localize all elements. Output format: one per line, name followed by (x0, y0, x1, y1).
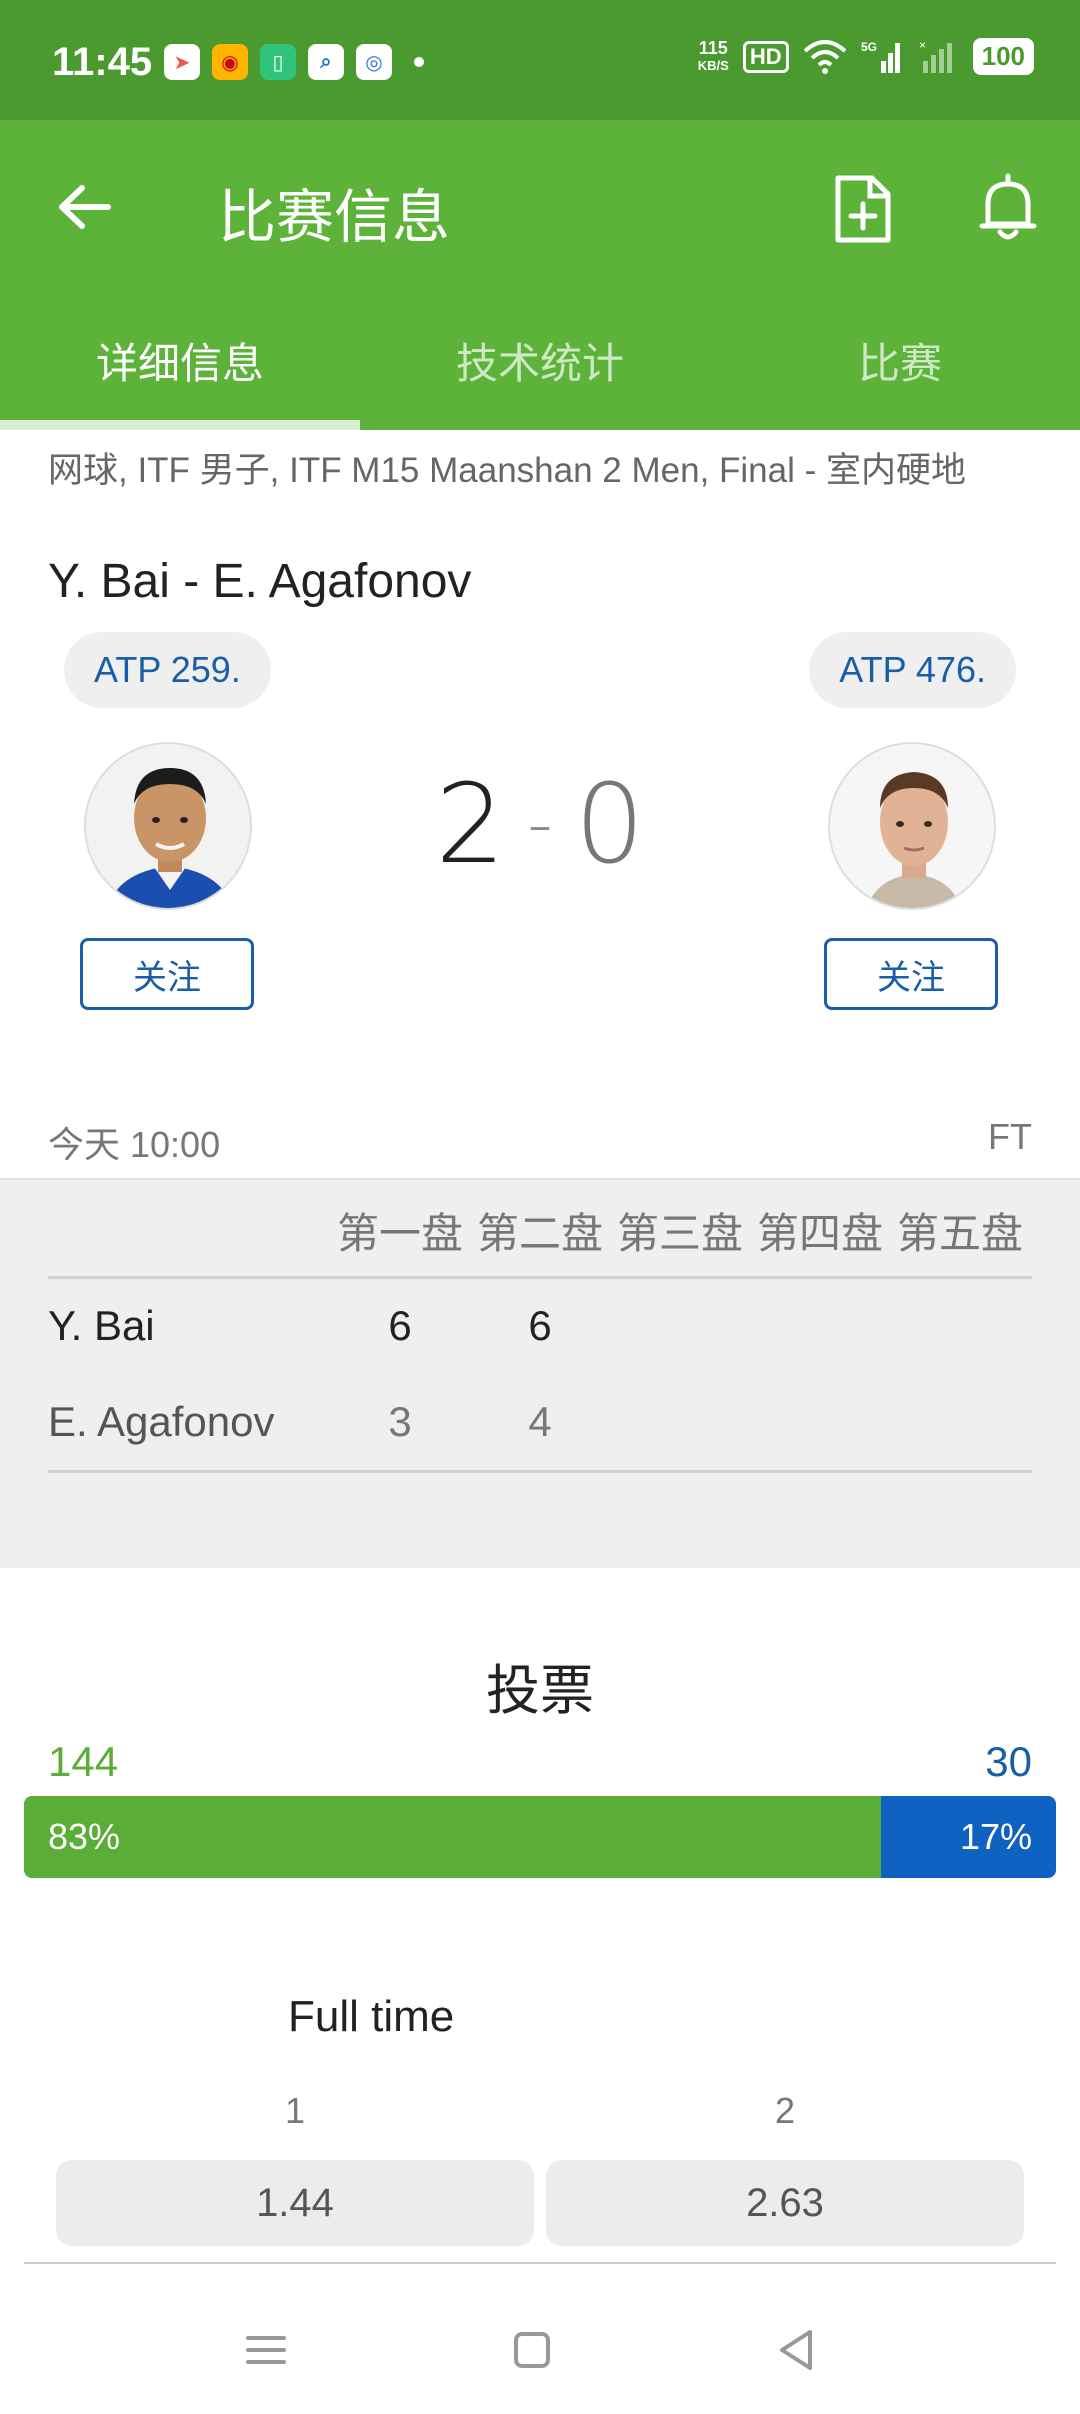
status-right: 115 KB/S HD 5G × 100 (698, 38, 1034, 75)
divider (48, 1470, 1032, 1473)
vote-bar: 83% 17% (24, 1796, 1056, 1878)
set-header: 第二盘 (476, 1210, 603, 1257)
tab-statistics[interactable]: 技术统计 (360, 290, 720, 430)
odds-label-home: 1 (284, 2090, 306, 2131)
add-document-icon[interactable] (830, 172, 896, 246)
away-vote-count: 30 (985, 1738, 1032, 1785)
odds-row: 1.44 2.63 (56, 2160, 1024, 2246)
active-tab-indicator (0, 420, 360, 430)
table-row: Y. Bai 6 6 (48, 1286, 1032, 1366)
wifi-icon (803, 39, 846, 74)
follow-home-button[interactable]: 关注 (80, 938, 254, 1010)
set-score: 6 (388, 1302, 412, 1349)
vote-home-button[interactable]: 83% (24, 1796, 881, 1878)
app-bar: 比赛信息 详细信息 技术统计 比赛 (0, 120, 1080, 430)
divider (48, 1276, 1032, 1279)
signal-weak-icon: × (919, 39, 952, 73)
sets-header-row: 第一盘 第二盘 第三盘 第四盘 第五盘 (330, 1200, 1030, 1261)
set-score: 6 (528, 1302, 552, 1349)
away-rank-badge[interactable]: ATP 476. (809, 632, 1016, 708)
system-nav-bar (0, 2280, 1080, 2414)
home-vote-count: 144 (48, 1738, 119, 1785)
match-score: 2 - 0 (420, 760, 660, 888)
menu-icon[interactable] (236, 2320, 296, 2380)
back-arrow-icon[interactable] (50, 172, 120, 242)
status-time: 11:45 (52, 40, 153, 84)
home-rank-badge[interactable]: ATP 259. (64, 632, 271, 708)
circle-app-icon: ◎ (356, 44, 392, 80)
odds-labels: 1 2 (56, 2090, 1024, 2132)
score-separator: - (527, 783, 553, 865)
svg-text:×: × (919, 39, 926, 52)
away-score: 0 (574, 760, 645, 888)
status-bar: 11:45 ➤ ◉ ▯ ⌕ ◎ 115 KB/S HD 5G × 100 (0, 0, 1080, 120)
set-score: 4 (528, 1398, 552, 1445)
table-row: E. Agafonov 3 4 (48, 1382, 1032, 1462)
tab-bar: 详细信息 技术统计 比赛 (0, 290, 1080, 430)
match-title: Y. Bai - E. Agafonov (48, 555, 472, 608)
set-score: 3 (388, 1398, 412, 1445)
vote-away-button[interactable]: 17% (880, 1796, 1056, 1878)
svg-text:5G: 5G (861, 40, 877, 54)
match-start-time: 今天 10:00 (48, 1124, 221, 1165)
file-app-icon: ▯ (260, 44, 296, 80)
weibo-app-icon: ◉ (212, 44, 248, 80)
set-header: 第四盘 (756, 1210, 883, 1257)
bell-icon[interactable] (978, 172, 1038, 244)
battery-icon: 100 (972, 38, 1034, 75)
browser-app-icon: ➤ (164, 44, 200, 80)
tab-matches[interactable]: 比赛 (720, 290, 1080, 430)
match-meta: 今天 10:00 FT (48, 1116, 1032, 1168)
home-square-icon[interactable] (502, 2320, 562, 2380)
set-header: 第五盘 (896, 1210, 1023, 1257)
set-header: 第三盘 (616, 1210, 743, 1257)
home-player-avatar[interactable] (84, 742, 252, 910)
away-player-avatar[interactable] (828, 742, 996, 910)
network-speed-unit: KB/S (697, 57, 729, 73)
search-app-icon: ⌕ (308, 44, 344, 80)
tab-details[interactable]: 详细信息 (0, 290, 360, 430)
breadcrumb[interactable]: 网球, ITF 男子, ITF M15 Maanshan 2 Men, Fina… (48, 448, 1028, 494)
odds-label-away: 2 (774, 2090, 796, 2131)
network-speed: 115 KB/S (698, 39, 729, 75)
signal-5g-icon: 5G (861, 40, 900, 73)
page-title: 比赛信息 (218, 185, 451, 250)
back-triangle-icon[interactable] (766, 2320, 826, 2380)
player-name: Y. Bai (48, 1302, 155, 1349)
divider (24, 2262, 1056, 2264)
more-notifications-dot-icon (414, 57, 424, 67)
vote-title: 投票 (486, 1661, 594, 1721)
odds-home-button[interactable]: 1.44 (56, 2160, 534, 2246)
follow-away-button[interactable]: 关注 (824, 938, 998, 1010)
vote-counts: 144 30 (48, 1738, 1032, 1786)
notification-icons: ➤ ◉ ▯ ⌕ ◎ (164, 44, 424, 80)
network-speed-value: 115 (698, 37, 728, 58)
player-name: E. Agafonov (48, 1398, 275, 1445)
odds-away-button[interactable]: 2.63 (546, 2160, 1024, 2246)
home-score: 2 (435, 760, 506, 888)
set-header: 第一盘 (336, 1210, 463, 1257)
hd-icon: HD (742, 40, 789, 73)
match-status: FT (988, 1116, 1032, 1157)
odds-title: Full time (288, 1992, 455, 2041)
sets-table: 第一盘 第二盘 第三盘 第四盘 第五盘 Y. Bai 6 6 E. Agafon… (0, 1178, 1080, 1568)
